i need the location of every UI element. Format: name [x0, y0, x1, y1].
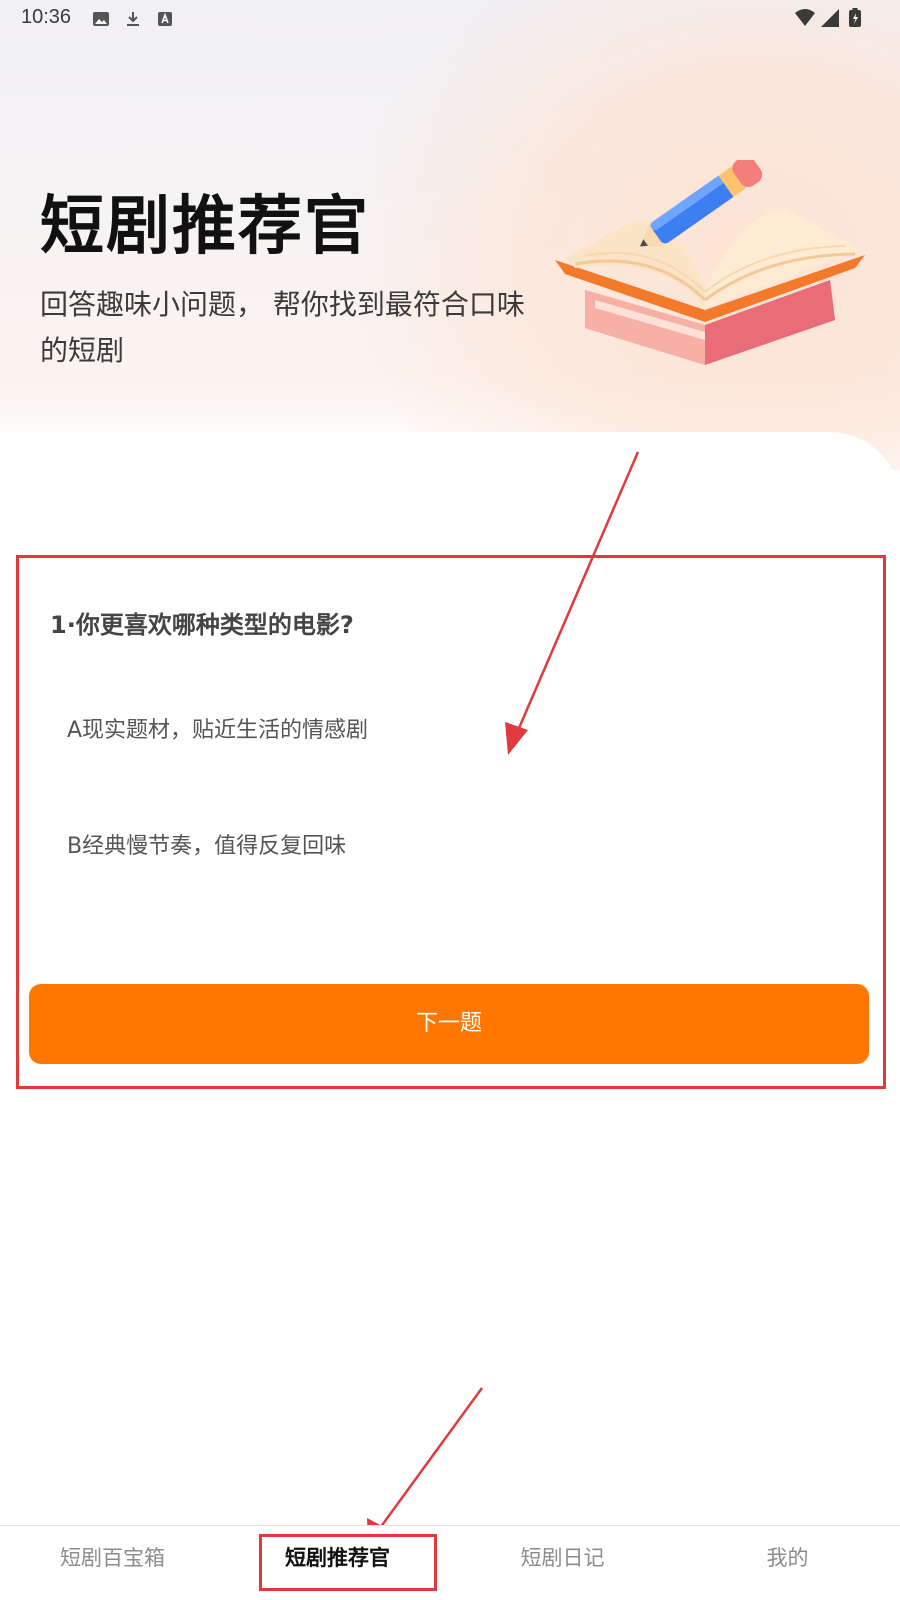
wifi-icon [795, 9, 815, 26]
image-icon [93, 12, 109, 26]
nav-item-diary[interactable]: 短剧日记 [450, 1526, 675, 1600]
option-b[interactable]: B经典慢节奏，值得反复回味 [67, 828, 346, 860]
nav-item-treasure-box[interactable]: 短剧百宝箱 [0, 1526, 225, 1600]
question-title: 1·你更喜欢哪种类型的电影? [50, 611, 354, 639]
page: 10:36 短剧推荐官 回答趣味小问题， 帮你找到最符合口味的短剧 1·你更喜欢… [0, 0, 900, 1600]
status-bar: 10:36 [0, 0, 900, 36]
highlight-frame-nav [259, 1534, 437, 1591]
nav-item-mine[interactable]: 我的 [675, 1526, 900, 1600]
option-a[interactable]: A现实题材，贴近生活的情感剧 [67, 712, 368, 744]
download-icon [127, 12, 139, 26]
battery-charging-icon [849, 8, 861, 27]
next-question-button[interactable]: 下一题 [29, 984, 869, 1064]
keyboard-a-icon [158, 12, 172, 26]
page-subtitle: 回答趣味小问题， 帮你找到最符合口味的短剧 [40, 288, 525, 367]
book-pencil-illustration [555, 160, 865, 365]
signal-icon [821, 9, 839, 27]
status-time: 10:36 [21, 6, 72, 28]
page-title: 短剧推荐官 [40, 190, 370, 264]
bottom-nav: 短剧百宝箱 短剧推荐官 短剧日记 我的 [0, 1525, 900, 1600]
